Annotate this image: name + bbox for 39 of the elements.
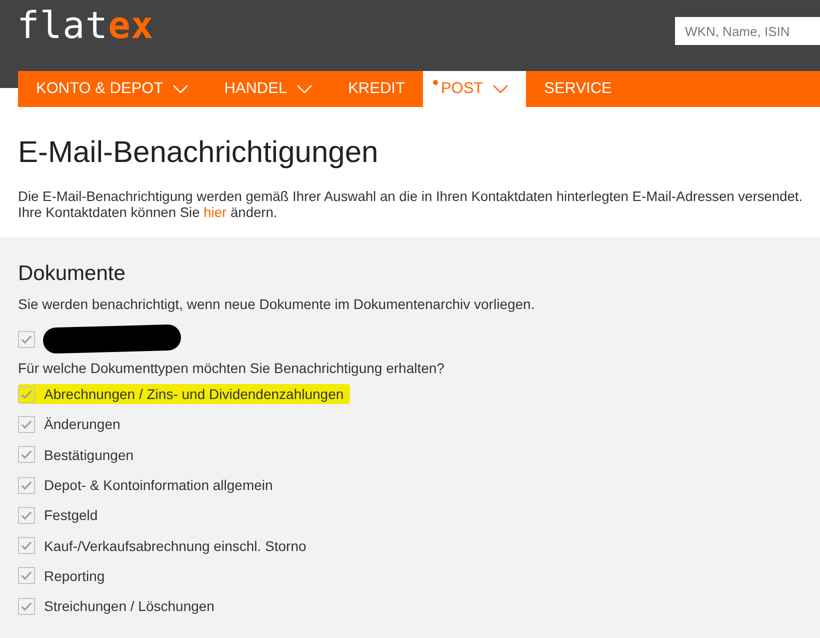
check-icon (21, 334, 32, 344)
checkbox-label: Festgeld (44, 506, 98, 524)
checkbox-label: Änderungen (44, 415, 120, 434)
checkbox[interactable] (18, 598, 35, 615)
checkbox[interactable] (18, 446, 35, 464)
check-icon (21, 450, 32, 460)
nav-tab[interactable]: POST (422, 71, 526, 107)
checkbox-label: Bestätigungen (44, 446, 134, 464)
check-icon (21, 480, 32, 490)
checkbox[interactable] (18, 386, 35, 403)
checkbox-label: Kauf-/Verkaufsabrechnung einschl. Storno (44, 536, 306, 555)
checkbox-label: Reporting (44, 566, 105, 585)
checkbox-label: Streichungen / Löschungen (44, 597, 214, 616)
checkbox[interactable] (18, 537, 35, 554)
nav-tab[interactable]: KONTO & DEPOT (18, 71, 206, 107)
check-icon (21, 602, 32, 611)
logo: flatex (17, 6, 154, 46)
change-contact-link[interactable]: hier (204, 205, 227, 220)
section-description: Sie werden benachrichtigt, wenn neue Dokumente im Dokumentenarchiv vorliegen. (18, 295, 535, 313)
section-heading: Dokumente (18, 261, 126, 287)
nav-tab[interactable]: HANDEL (206, 71, 330, 107)
nav-tab[interactable]: KREDIT (330, 71, 423, 107)
check-icon (21, 541, 32, 550)
checkbox[interactable] (18, 567, 35, 584)
search-field[interactable]: WKN, Name, ISIN (675, 17, 820, 45)
checkbox[interactable] (18, 476, 35, 494)
checkbox[interactable] (18, 330, 35, 348)
check-icon (21, 390, 32, 399)
check-icon (21, 420, 32, 429)
question-text: Für welche Dokumenttypen möchten Sie Benachrichtigung erhalten? (18, 359, 444, 377)
checkbox-label: Depot- & Kontoinformation allgemein (44, 476, 273, 494)
checkbox[interactable] (18, 506, 35, 524)
intro-text: Die E-Mail-Benachrichtigung werden gemäß Ihrer Auswahl an die in Ihren Kontaktdaten hinterlegten E-Mail-Adressen versendet. Ihre Kontaktdaten können Sie hier ändern. (18, 189, 803, 221)
check-icon (21, 571, 32, 580)
check-icon (21, 510, 32, 520)
nav-tab[interactable]: SERVICE (526, 71, 630, 107)
checkbox-label: Abrechnungen / Zins- und Dividendenzahlungen (44, 385, 344, 404)
checkbox[interactable] (18, 416, 35, 433)
page-title: E-Mail-Benachrichtigungen (18, 135, 378, 171)
